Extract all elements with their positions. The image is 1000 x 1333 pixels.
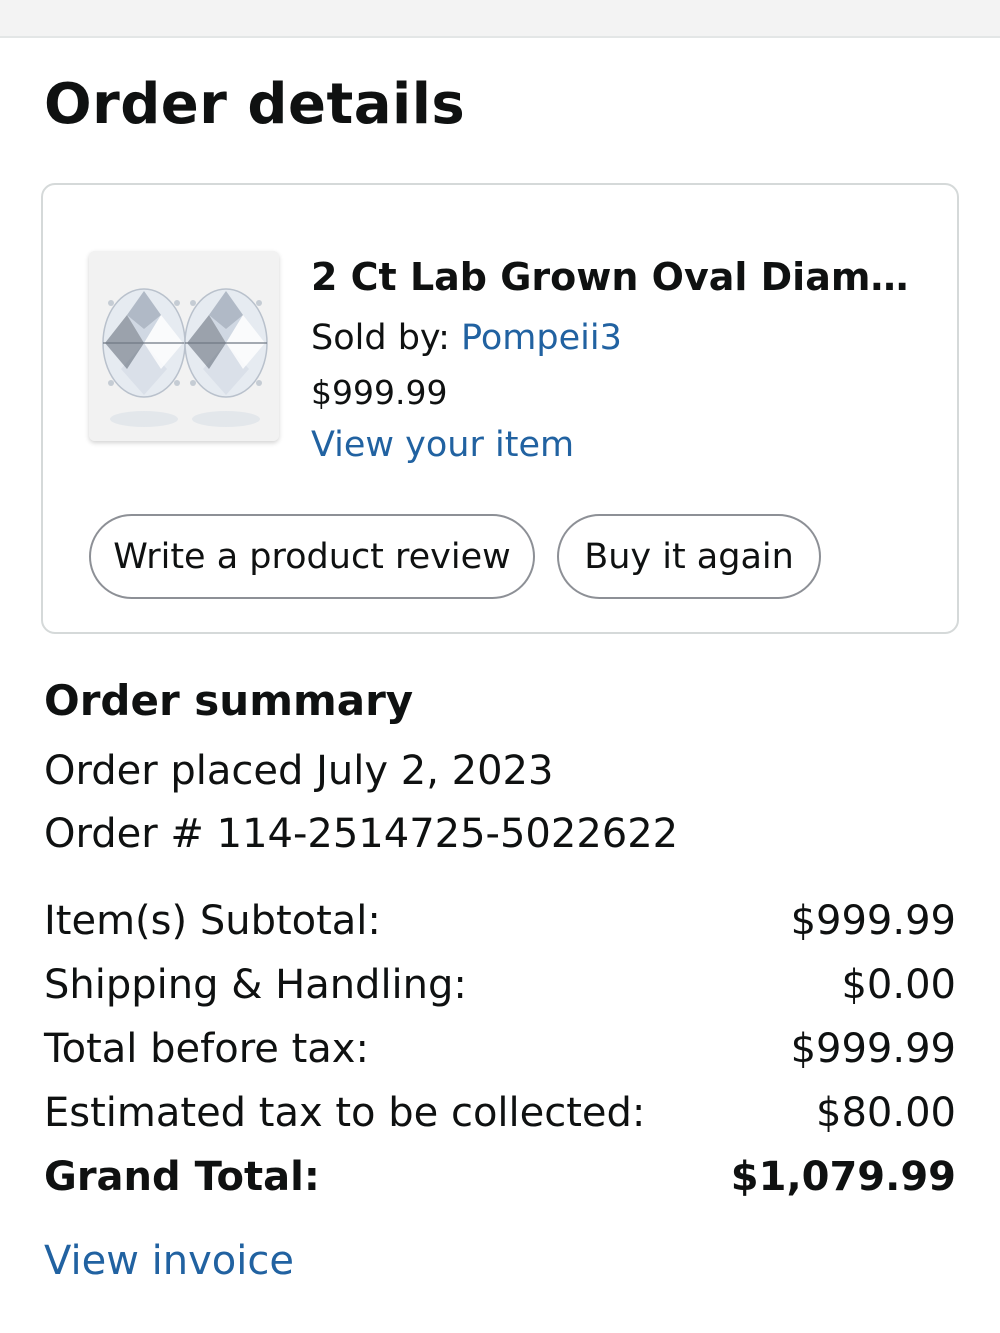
sold-by-line: Sold by: Pompeii3 xyxy=(311,318,622,358)
subtotal-row: Item(s) Subtotal: $999.99 xyxy=(44,893,956,949)
view-invoice-link[interactable]: View invoice xyxy=(44,1238,294,1284)
sold-by-label: Sold by: xyxy=(311,318,461,358)
order-summary-title: Order summary xyxy=(44,676,414,725)
shipping-label: Shipping & Handling: xyxy=(44,962,467,1008)
buy-it-again-button[interactable]: Buy it again xyxy=(557,514,821,599)
write-product-review-button[interactable]: Write a product review xyxy=(89,514,535,599)
oval-diamond-earrings-icon xyxy=(89,251,279,441)
total-before-tax-label: Total before tax: xyxy=(44,1026,369,1072)
product-image[interactable] xyxy=(89,251,279,441)
product-price: $999.99 xyxy=(311,373,448,412)
estimated-tax-row: Estimated tax to be collected: $80.00 xyxy=(44,1085,956,1141)
grand-total-label: Grand Total: xyxy=(44,1154,320,1200)
estimated-tax-label: Estimated tax to be collected: xyxy=(44,1090,646,1136)
subtotal-amount: $999.99 xyxy=(790,898,956,944)
product-title[interactable]: 2 Ct Lab Grown Oval Diamo... xyxy=(311,255,931,299)
estimated-tax-amount: $80.00 xyxy=(816,1090,956,1136)
total-before-tax-amount: $999.99 xyxy=(790,1026,956,1072)
shipping-row: Shipping & Handling: $0.00 xyxy=(44,957,956,1013)
seller-link[interactable]: Pompeii3 xyxy=(461,318,622,358)
view-your-item-link[interactable]: View your item xyxy=(311,425,574,465)
subtotal-label: Item(s) Subtotal: xyxy=(44,898,381,944)
grand-total-row: Grand Total: $1,079.99 xyxy=(44,1149,956,1205)
top-bar xyxy=(0,0,1000,38)
page-title: Order details xyxy=(44,72,466,137)
order-item-card: 2 Ct Lab Grown Oval Diamo... Sold by: Po… xyxy=(41,183,959,634)
total-before-tax-row: Total before tax: $999.99 xyxy=(44,1021,956,1077)
order-number: Order # 114-2514725-5022622 xyxy=(44,811,679,857)
shipping-amount: $0.00 xyxy=(841,962,956,1008)
grand-total-amount: $1,079.99 xyxy=(730,1154,956,1200)
order-placed-date: Order placed July 2, 2023 xyxy=(44,748,554,794)
